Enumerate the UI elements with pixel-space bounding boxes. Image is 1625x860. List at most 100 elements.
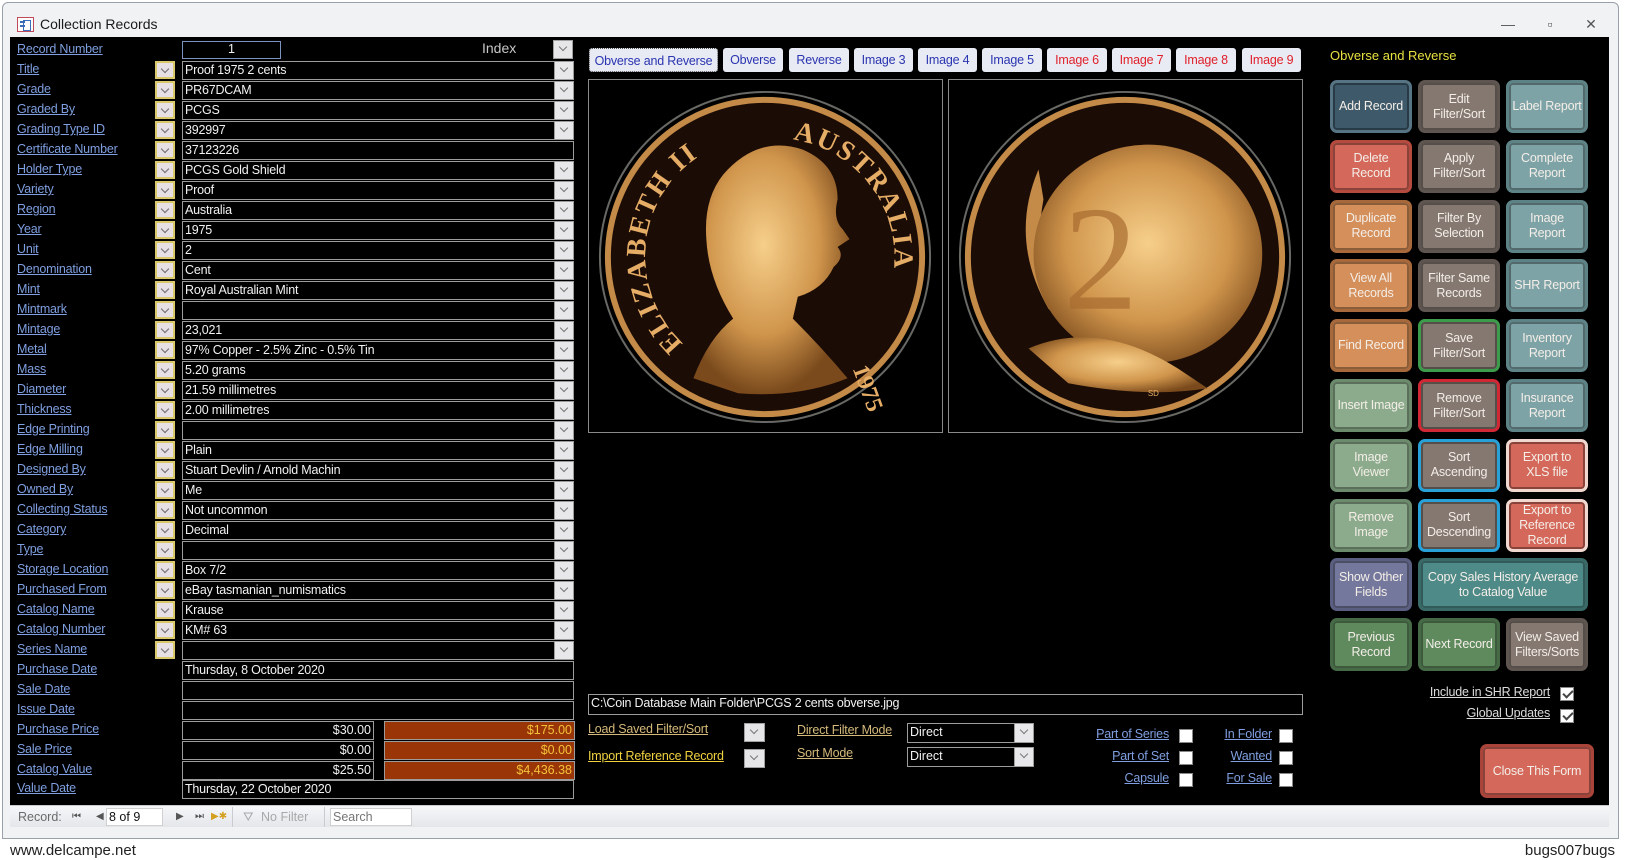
action-button[interactable]: Add Record <box>1330 80 1412 133</box>
action-button[interactable]: Delete Record <box>1330 139 1412 193</box>
field-value[interactable]: KM# 63 <box>182 621 574 640</box>
field-label[interactable]: Edge Milling <box>17 442 83 456</box>
image-tab[interactable]: Image 7 <box>1112 48 1171 72</box>
index-dropdown[interactable] <box>553 40 573 59</box>
direct-filter-mode-label[interactable]: Direct Filter Mode <box>797 723 892 737</box>
lookup-button[interactable] <box>155 501 175 519</box>
field-label[interactable]: Year <box>17 222 42 236</box>
first-record-icon[interactable]: ⏮ <box>72 809 81 825</box>
field-value[interactable]: Proof <box>182 181 574 200</box>
chevron-down-icon[interactable] <box>554 422 573 439</box>
flag-checkbox[interactable] <box>1279 773 1293 787</box>
field-value[interactable]: 2.00 millimetres <box>182 401 574 420</box>
action-button[interactable]: Remove Image <box>1330 498 1412 552</box>
field-value[interactable]: Thursday, 8 October 2020 <box>182 661 574 680</box>
no-filter-button[interactable]: No Filter <box>261 809 308 825</box>
field-value[interactable]: 392997 <box>182 121 574 140</box>
field-value[interactable]: Proof 1975 2 cents <box>182 61 574 80</box>
lookup-button[interactable] <box>155 221 175 239</box>
field-label[interactable]: Edge Printing <box>17 422 90 436</box>
action-button[interactable]: View Saved Filters/Sorts <box>1506 618 1588 672</box>
chevron-down-icon[interactable] <box>554 542 573 559</box>
field-value[interactable]: 5.20 grams <box>182 361 574 380</box>
field-value[interactable] <box>182 701 574 720</box>
action-button[interactable]: Apply Filter/Sort <box>1418 139 1500 193</box>
record-number-label[interactable]: Record Number <box>17 42 103 56</box>
lookup-button[interactable] <box>155 561 175 579</box>
global-updates-checkbox[interactable] <box>1560 709 1574 723</box>
chevron-down-icon[interactable] <box>554 642 573 659</box>
image-tab[interactable]: Obverse <box>723 48 783 72</box>
image-tab[interactable]: Image 3 <box>854 48 913 72</box>
flag-checkbox[interactable] <box>1279 751 1293 765</box>
image-tab[interactable]: Image 5 <box>982 48 1042 72</box>
lookup-button[interactable] <box>155 161 175 179</box>
action-button[interactable]: Filter Same Records <box>1418 259 1500 313</box>
action-button[interactable]: Save Filter/Sort <box>1418 319 1500 373</box>
search-input[interactable] <box>330 808 412 826</box>
field-value[interactable] <box>182 641 574 660</box>
include-shr-report-label[interactable]: Include in SHR Report <box>1430 685 1550 699</box>
lookup-button[interactable] <box>155 421 175 439</box>
lookup-button[interactable] <box>155 201 175 219</box>
flag-label[interactable]: Wanted <box>1231 749 1273 763</box>
chevron-down-icon[interactable] <box>554 182 573 199</box>
chevron-down-icon[interactable] <box>554 442 573 459</box>
field-value[interactable]: Me <box>182 481 574 500</box>
field-label[interactable]: Storage Location <box>17 562 109 576</box>
record-number-field[interactable]: 1 <box>182 41 281 59</box>
field-label[interactable]: Series Name <box>17 642 87 656</box>
field-label[interactable]: Issue Date <box>17 702 75 716</box>
import-reference-record-dropdown[interactable] <box>744 749 765 768</box>
chevron-down-icon[interactable] <box>554 162 573 179</box>
field-value[interactable]: Decimal <box>182 521 574 540</box>
value-date-label[interactable]: Value Date <box>17 781 76 795</box>
action-button[interactable]: Complete Report <box>1506 139 1588 193</box>
include-shr-report-checkbox[interactable] <box>1560 687 1574 701</box>
chevron-down-icon[interactable] <box>554 622 573 639</box>
chevron-down-icon[interactable] <box>554 102 573 119</box>
flag-checkbox[interactable] <box>1279 729 1293 743</box>
lookup-button[interactable] <box>155 481 175 499</box>
chevron-down-icon[interactable] <box>554 82 573 99</box>
field-value[interactable]: Plain <box>182 441 574 460</box>
price-value[interactable]: $30.00 <box>182 721 374 740</box>
load-saved-filter-link[interactable]: Load Saved Filter/Sort <box>588 722 708 736</box>
field-label[interactable]: Graded By <box>17 102 75 116</box>
field-label[interactable]: Type <box>17 542 44 556</box>
field-label[interactable]: Catalog Name <box>17 602 95 616</box>
lookup-button[interactable] <box>155 141 175 159</box>
lookup-button[interactable] <box>155 181 175 199</box>
field-value[interactable] <box>182 301 574 320</box>
lookup-button[interactable] <box>155 441 175 459</box>
field-label[interactable]: Sale Date <box>17 682 70 696</box>
chevron-down-icon[interactable] <box>554 602 573 619</box>
field-value[interactable]: Not uncommon <box>182 501 574 520</box>
action-button[interactable]: Inventory Report <box>1506 319 1588 373</box>
chevron-down-icon[interactable] <box>554 242 573 259</box>
lookup-button[interactable] <box>155 321 175 339</box>
field-value[interactable]: eBay tasmanian_numismatics <box>182 581 574 600</box>
new-record-icon[interactable]: ▶✱ <box>211 809 227 825</box>
field-value[interactable]: PR67DCAM <box>182 81 574 100</box>
flag-checkbox[interactable] <box>1179 751 1193 765</box>
chevron-down-icon[interactable] <box>554 502 573 519</box>
global-updates-label[interactable]: Global Updates <box>1467 706 1551 720</box>
action-button[interactable]: Sort Ascending <box>1418 438 1500 492</box>
field-value[interactable]: Box 7/2 <box>182 561 574 580</box>
action-button[interactable]: Insurance Report <box>1506 379 1588 432</box>
flag-checkbox[interactable] <box>1179 729 1193 743</box>
field-label[interactable]: Designed By <box>17 462 86 476</box>
field-value[interactable] <box>182 541 574 560</box>
lookup-button[interactable] <box>155 461 175 479</box>
lookup-button[interactable] <box>155 61 175 79</box>
price-value[interactable]: $25.50 <box>182 761 374 780</box>
field-label[interactable]: Purchase Date <box>17 662 97 676</box>
flag-checkbox[interactable] <box>1179 773 1193 787</box>
action-button[interactable]: Previous Record <box>1330 618 1412 672</box>
field-value[interactable]: 37123226 <box>182 141 574 160</box>
field-value[interactable]: 23,021 <box>182 321 574 340</box>
field-value[interactable]: 2 <box>182 241 574 260</box>
chevron-down-icon[interactable] <box>554 122 573 139</box>
sort-mode-label[interactable]: Sort Mode <box>797 746 853 760</box>
